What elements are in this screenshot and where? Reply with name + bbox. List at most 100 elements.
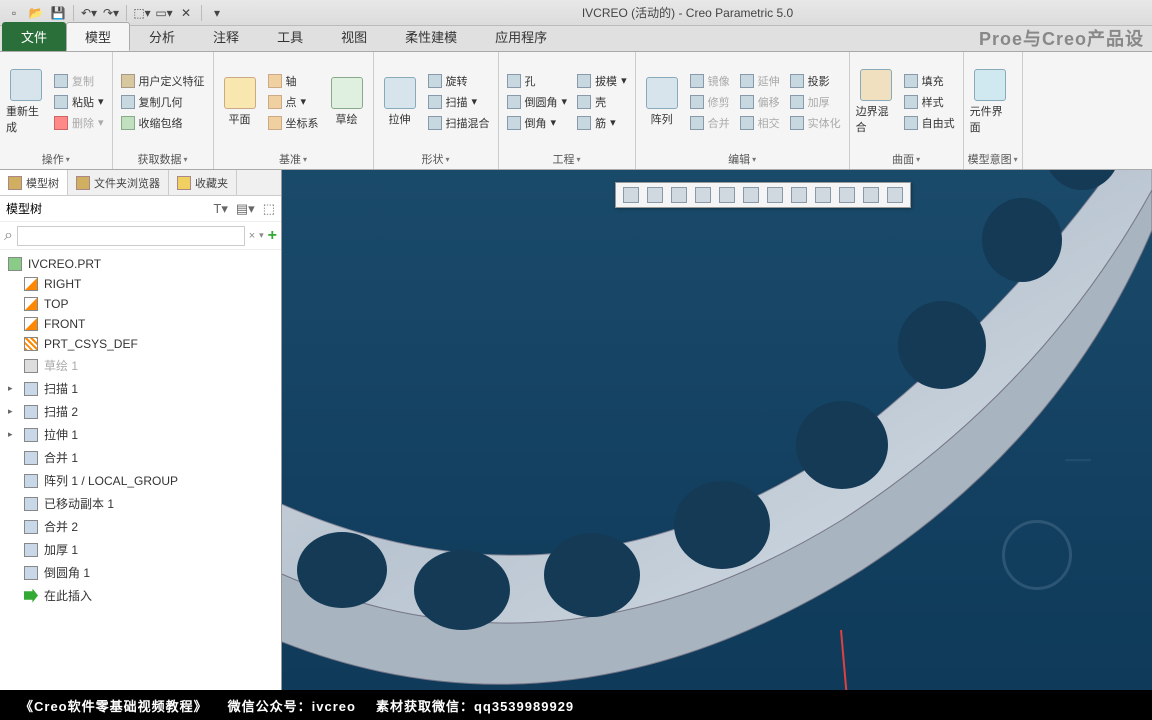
tab-flex[interactable]: 柔性建模	[386, 22, 476, 51]
tab-view[interactable]: 视图	[322, 22, 386, 51]
tree-sweep2[interactable]: ▸扫描 2	[0, 400, 281, 423]
new-icon[interactable]: ▫	[4, 3, 24, 23]
sketch-button[interactable]: 草绘	[325, 54, 369, 149]
select-filter2-icon[interactable]	[836, 185, 858, 205]
annotation-display-icon[interactable]	[740, 185, 762, 205]
delete-button[interactable]: 删除▾	[50, 113, 108, 133]
tab-tools[interactable]: 工具	[258, 22, 322, 51]
thicken-button[interactable]: 加厚	[786, 92, 845, 112]
regen-icon[interactable]: ⬚▾	[132, 3, 152, 23]
project-button[interactable]: 投影	[786, 71, 845, 91]
copygeom-button[interactable]: 复制几何	[117, 92, 209, 112]
blend-button[interactable]: 扫描混合	[424, 113, 494, 133]
display-style-icon[interactable]	[692, 185, 714, 205]
search-icon: ⌕	[4, 227, 13, 245]
chamfer-button[interactable]: 倒角▾	[503, 113, 572, 133]
tab-apps[interactable]: 应用程序	[476, 22, 566, 51]
windows-icon[interactable]: ▭▾	[154, 3, 174, 23]
tree-round1[interactable]: 倒圆角 1	[0, 561, 281, 584]
tree-moved1[interactable]: 已移动副本 1	[0, 492, 281, 515]
extrude-button[interactable]: 拉伸	[378, 54, 422, 149]
sweep-button[interactable]: 扫描▾	[424, 92, 494, 112]
zoom-fit-icon[interactable]	[620, 185, 642, 205]
tab-favorites[interactable]: 收藏夹	[169, 170, 237, 195]
component-button[interactable]: 元件界面	[968, 54, 1012, 149]
select-filter4-icon[interactable]	[884, 185, 906, 205]
redo-icon[interactable]: ↷▾	[101, 3, 121, 23]
solidify-button[interactable]: 实体化	[786, 113, 845, 133]
datum-display-icon[interactable]	[716, 185, 738, 205]
close-icon[interactable]: ✕	[176, 3, 196, 23]
tree-right[interactable]: RIGHT	[0, 274, 281, 294]
perspective-icon[interactable]	[764, 185, 786, 205]
freeform-button[interactable]: 自由式	[900, 113, 959, 133]
brand-text: Proe与Creo产品设	[979, 25, 1144, 51]
tree-top[interactable]: TOP	[0, 294, 281, 314]
tree-thicken1[interactable]: 加厚 1	[0, 538, 281, 561]
shell-button[interactable]: 壳	[573, 92, 631, 112]
tree-search-input[interactable]	[17, 226, 245, 246]
tree-front[interactable]: FRONT	[0, 314, 281, 334]
udf-button[interactable]: 用户定义特征	[117, 71, 209, 91]
copy-button[interactable]: 复制	[50, 71, 108, 91]
tab-file[interactable]: 文件	[2, 22, 66, 51]
tree-insert-here[interactable]: 在此插入	[0, 584, 281, 607]
tree-csys[interactable]: PRT_CSYS_DEF	[0, 334, 281, 354]
tree-pattern1[interactable]: 阵列 1 / LOCAL_GROUP	[0, 469, 281, 492]
customize-icon[interactable]: ▾	[207, 3, 227, 23]
offset-button[interactable]: 偏移	[736, 92, 784, 112]
watermark-text: 一	[1064, 440, 1092, 480]
tree-extrude1[interactable]: ▸拉伸 1	[0, 423, 281, 446]
undo-icon[interactable]: ↶▾	[79, 3, 99, 23]
revolve-button[interactable]: 旋转	[424, 71, 494, 91]
extend-button[interactable]: 延伸	[736, 71, 784, 91]
round-button[interactable]: 倒圆角▾	[503, 92, 572, 112]
axis-button[interactable]: 轴	[264, 71, 323, 91]
merge-button[interactable]: 合并	[686, 113, 734, 133]
tree-filter-icon[interactable]: ⬚	[263, 201, 275, 217]
add-icon[interactable]: +	[268, 227, 277, 245]
tab-model[interactable]: 模型	[66, 22, 130, 51]
rib-button[interactable]: 筋▾	[573, 113, 631, 133]
tutorial-title: 《Creo软件零基础视频教程》	[20, 696, 208, 715]
point-button[interactable]: 点▾	[264, 92, 323, 112]
draft-button[interactable]: 拔模▾	[573, 71, 631, 91]
tree-sketch1[interactable]: 草绘 1	[0, 354, 281, 377]
video-caption-bar: 《Creo软件零基础视频教程》 微信公众号：ivcreo 素材获取微信：qq35…	[0, 690, 1152, 720]
tree-merge2[interactable]: 合并 2	[0, 515, 281, 538]
select-filter3-icon[interactable]	[860, 185, 882, 205]
spin-icon[interactable]	[668, 185, 690, 205]
saved-view-icon[interactable]	[788, 185, 810, 205]
tab-analysis[interactable]: 分析	[130, 22, 194, 51]
tree-sweep1[interactable]: ▸扫描 1	[0, 377, 281, 400]
tree-show-icon[interactable]: ▤▾	[236, 201, 255, 217]
pattern-button[interactable]: 阵列	[640, 54, 684, 149]
3d-viewport[interactable]: ◈⁺ 一	[282, 170, 1152, 690]
open-icon[interactable]: 📂	[26, 3, 46, 23]
shrinkwrap-button[interactable]: 收缩包络	[117, 113, 209, 133]
fill-button[interactable]: 填充	[900, 71, 959, 91]
tree-part[interactable]: IVCREO.PRT	[0, 254, 281, 274]
select-filter-icon[interactable]	[812, 185, 834, 205]
hole-button[interactable]: 孔	[503, 71, 572, 91]
tree-merge1[interactable]: 合并 1	[0, 446, 281, 469]
tab-model-tree[interactable]: 模型树	[0, 170, 68, 195]
intersect-button[interactable]: 相交	[736, 113, 784, 133]
tab-folder-browser[interactable]: 文件夹浏览器	[68, 170, 169, 195]
tab-annotate[interactable]: 注释	[194, 22, 258, 51]
regenerate-button[interactable]: 重新生成	[4, 54, 48, 149]
search-dropdown-icon[interactable]: ▾	[259, 230, 264, 241]
mirror-button[interactable]: 镜像	[686, 71, 734, 91]
boundary-button[interactable]: 边界混合	[854, 54, 898, 149]
paste-button[interactable]: 粘贴▾	[50, 92, 108, 112]
group-intent: 元件界面 模型意图	[964, 52, 1023, 169]
tree-settings-icon[interactable]: T▾	[213, 201, 227, 217]
style-button[interactable]: 样式	[900, 92, 959, 112]
tree-search: ⌕ × ▾ +	[0, 222, 281, 250]
plane-button[interactable]: 平面	[218, 54, 262, 149]
clear-search-icon[interactable]: ×	[249, 230, 255, 242]
save-icon[interactable]: 💾	[48, 3, 68, 23]
csys-button[interactable]: 坐标系	[264, 113, 323, 133]
trim-button[interactable]: 修剪	[686, 92, 734, 112]
orient-icon[interactable]	[644, 185, 666, 205]
